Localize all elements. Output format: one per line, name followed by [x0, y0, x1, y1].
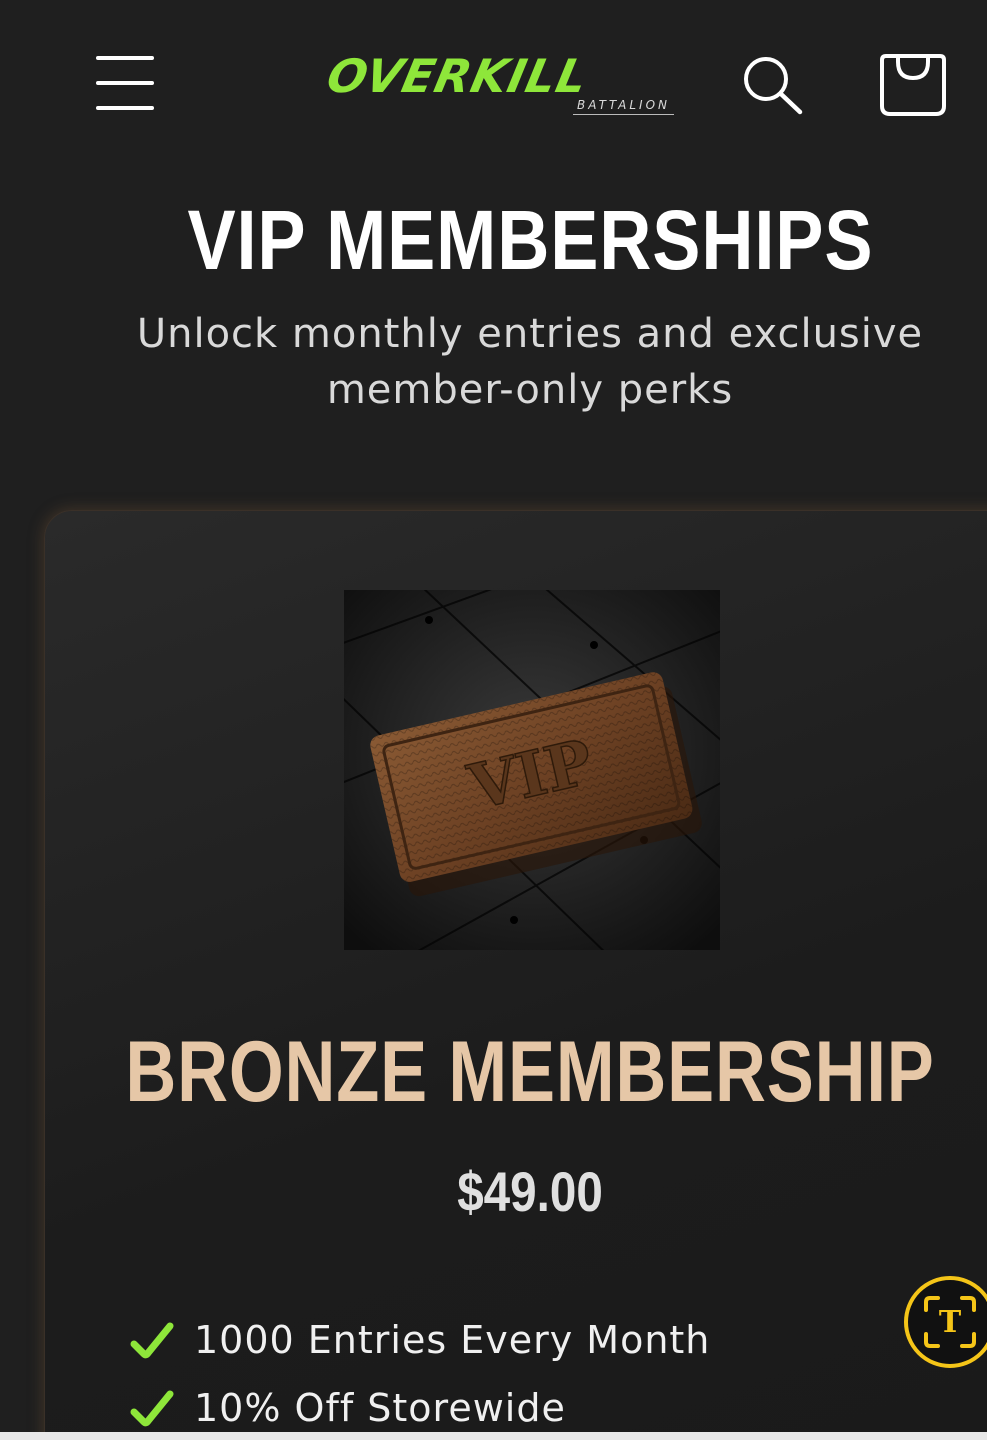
feature-label: 10% Off Storewide [194, 1386, 566, 1430]
feature-list: 1000 Entries Every Month 10% Off Storewi… [130, 1310, 890, 1440]
search-icon[interactable] [738, 52, 808, 118]
page-subtitle: Unlock monthly entries and exclusive mem… [136, 311, 924, 413]
membership-image[interactable]: VIP [344, 590, 720, 950]
logo-wordmark: OVERKILL [322, 49, 594, 103]
feature-item: 10% Off Storewide [130, 1378, 890, 1440]
site-logo[interactable]: OVERKILL BATTALION [320, 48, 680, 120]
site-header: OVERKILL BATTALION [0, 0, 987, 170]
bottom-edge-bar [0, 1432, 987, 1440]
translate-glyph: T [939, 1305, 962, 1340]
menu-line [96, 56, 154, 60]
page-title: VIP MEMBERSHIPS [187, 193, 874, 287]
membership-price: $49.00 [457, 1160, 603, 1223]
hamburger-menu-icon[interactable] [92, 52, 158, 114]
membership-title: BRONZE MEMBERSHIP [125, 1024, 935, 1120]
checkmark-icon [130, 1322, 174, 1359]
logo-subtext: BATTALION [573, 96, 674, 115]
shopping-bag-icon[interactable] [876, 48, 950, 120]
page: OVERKILL BATTALION VIP MEMBERSHIPS Unloc… [0, 0, 987, 1440]
text-recognition-icon[interactable]: T [904, 1276, 987, 1368]
menu-line [96, 81, 154, 85]
feature-label: 1000 Entries Every Month [194, 1318, 711, 1362]
checkmark-icon [130, 1390, 174, 1427]
menu-line [96, 106, 154, 110]
feature-item: 1000 Entries Every Month [130, 1310, 890, 1378]
